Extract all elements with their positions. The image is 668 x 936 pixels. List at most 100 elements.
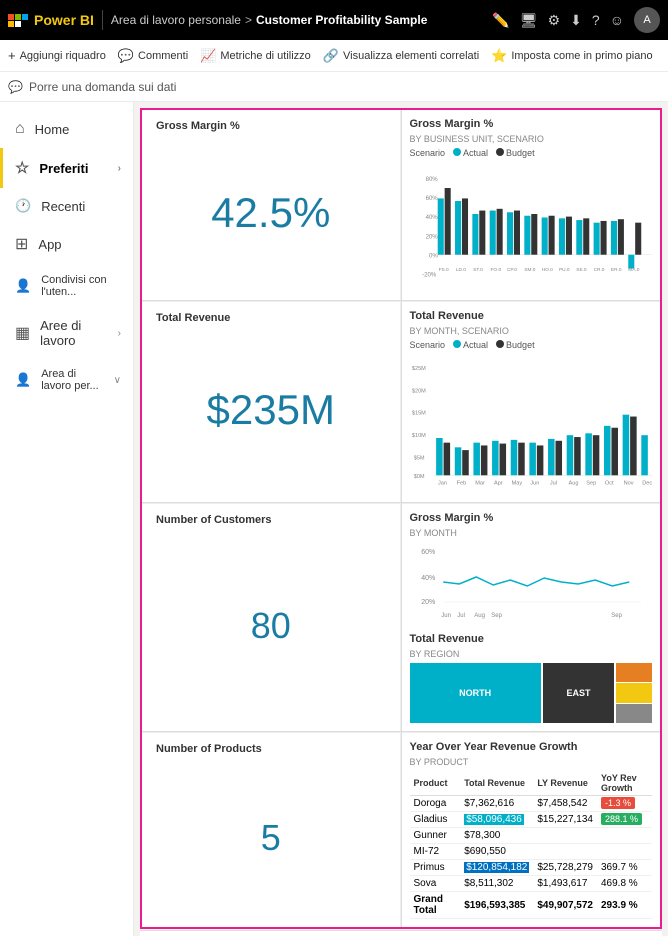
svg-text:Jun: Jun — [530, 481, 539, 487]
table-row: Gladius $58,096,436 $15,227,134 288.1 % — [410, 812, 653, 828]
sidebar-item-favorites[interactable]: ☆ Preferiti › — [0, 148, 133, 188]
svg-text:20%: 20% — [425, 234, 438, 240]
sidebar-home-label: Home — [35, 122, 70, 137]
svg-text:CP.0: CP.0 — [507, 267, 517, 273]
view-related-button[interactable]: 🔗 Visualizza elementi correlati — [323, 48, 479, 64]
total-revenue-region-chart: Total Revenue BY REGION NORTH EAST — [410, 633, 653, 723]
svg-text:Jul: Jul — [549, 481, 556, 487]
svg-text:60%: 60% — [425, 196, 438, 202]
svg-text:$5M: $5M — [413, 455, 424, 461]
svg-text:ST.0: ST.0 — [473, 267, 483, 273]
download-icon[interactable]: ⬇ — [570, 12, 582, 29]
total-revenue-title: Total Revenue — [156, 312, 386, 324]
ly-rev — [533, 844, 597, 860]
sidebar-item-myworkspace[interactable]: 👤 Area di lavoro per... ∨ — [0, 358, 133, 402]
view-related-icon: 🔗 — [323, 48, 339, 64]
gross-margin-value: 42.5% — [156, 136, 386, 290]
star-icon: ☆ — [15, 158, 29, 178]
col-yoy: YoY Rev Growth — [597, 771, 652, 796]
yoy-growth: 288.1 % — [597, 812, 652, 828]
workspace-link[interactable]: Area di lavoro personale — [111, 13, 241, 27]
edit-icon[interactable]: ✏️ — [492, 12, 509, 29]
logo-area: Power BI — [8, 12, 94, 28]
yoy-table: Product Total Revenue LY Revenue YoY Rev… — [410, 771, 653, 919]
gm-month-subtitle: BY MONTH — [410, 528, 653, 538]
ms-logo — [8, 14, 28, 27]
budget-legend-2: Budget — [496, 340, 535, 350]
set-default-icon: ⭐ — [491, 48, 507, 64]
set-default-button[interactable]: ⭐ Imposta come in primo piano — [491, 48, 652, 64]
sidebar-shared-label: Condivisi con l'uten... — [41, 274, 121, 298]
yoy-badge-green: 288.1 % — [601, 813, 642, 825]
powerbi-logo-text: Power BI — [34, 12, 94, 28]
yoy-title: Year Over Year Revenue Growth — [410, 741, 653, 753]
scenario-label-2: Scenario — [410, 340, 446, 350]
table-row-total: Grand Total $196,593,385 $49,907,572 293… — [410, 892, 653, 919]
avatar[interactable]: A — [634, 7, 660, 33]
add-tile-button[interactable]: + Aggiungi riquadro — [8, 48, 106, 63]
metrics-button[interactable]: 📈 Metriche di utilizzo — [200, 48, 311, 64]
svg-text:FO.0: FO.0 — [490, 267, 501, 273]
ly-rev: $25,728,279 — [533, 860, 597, 876]
product-name: Grand Total — [410, 892, 461, 919]
gross-margin-chart-title: Gross Margin % — [410, 118, 653, 130]
home-icon: ⌂ — [15, 120, 25, 138]
ly-rev: $7,458,542 — [533, 796, 597, 812]
sidebar-app-label: App — [38, 237, 61, 252]
report-name: Customer Profitability Sample — [256, 13, 427, 27]
region-east: EAST — [543, 663, 615, 723]
comments-button[interactable]: 💬 Commenti — [118, 48, 188, 64]
total-rev: $690,550 — [460, 844, 533, 860]
settings-icon[interactable]: ⚙ — [548, 12, 561, 29]
total-rev: $8,511,302 — [460, 876, 533, 892]
feedback-icon[interactable]: ☺ — [610, 12, 624, 28]
myworkspace-icon: 👤 — [15, 372, 31, 388]
svg-text:HO.0: HO.0 — [541, 267, 552, 273]
svg-text:MA.0: MA.0 — [628, 267, 639, 273]
metrics-label: Metriche di utilizzo — [220, 50, 310, 62]
svg-text:$0M: $0M — [413, 474, 424, 480]
yoy-subtitle: BY PRODUCT — [410, 757, 653, 767]
metrics-icon: 📈 — [200, 48, 216, 64]
ly-rev: $1,493,617 — [533, 876, 597, 892]
kpi-num-customers: Number of Customers 80 — [142, 503, 401, 731]
sidebar-item-app[interactable]: ⊞ App — [0, 224, 133, 264]
total-revenue-chart-subtitle: BY MONTH, SCENARIO — [410, 326, 653, 336]
chevron-down-icon: ∨ — [114, 375, 121, 386]
kpi-gross-margin: Gross Margin % 42.5% — [142, 110, 401, 300]
total-rev: $58,096,436 — [460, 812, 533, 828]
total-rev: $120,854,182 — [460, 860, 533, 876]
svg-text:-20%: -20% — [422, 272, 437, 278]
sidebar-item-recenti[interactable]: 🕐 Recenti — [0, 188, 133, 224]
table-row: MI-72 $690,550 — [410, 844, 653, 860]
svg-text:FS.0: FS.0 — [438, 267, 448, 273]
rev-region-subtitle: BY REGION — [410, 649, 653, 659]
svg-text:Sep: Sep — [491, 613, 502, 619]
product-name: Sova — [410, 876, 461, 892]
sidebar-favorites-label: Preferiti — [39, 161, 88, 176]
sidebar-item-shared[interactable]: 👤 Condivisi con l'uten... — [0, 264, 133, 308]
svg-text:Jun: Jun — [441, 613, 451, 619]
gross-margin-chart-subtitle: BY BUSINESS UNIT, SCENARIO — [410, 134, 653, 144]
revenue-variance-section: Revenue % Variance to Budget BY MONTH 10… — [140, 930, 662, 936]
svg-text:Nov: Nov — [623, 481, 633, 487]
svg-text:20%: 20% — [421, 599, 435, 606]
total-revenue-chart-title: Total Revenue — [410, 310, 653, 322]
svg-text:60%: 60% — [421, 549, 435, 556]
table-row: Primus $120,854,182 $25,728,279 369.7 % — [410, 860, 653, 876]
svg-text:$25M: $25M — [411, 366, 425, 372]
ask-prompt[interactable]: Porre una domanda sui dati — [29, 80, 176, 94]
view-icon[interactable]: 🖥 — [520, 12, 538, 29]
sidebar-myworkspace-label: Area di lavoro per... — [41, 368, 103, 392]
total-rev: $7,362,616 — [460, 796, 533, 812]
col-ly-rev: LY Revenue — [533, 771, 597, 796]
help-icon[interactable]: ? — [592, 12, 600, 28]
add-tile-icon: + — [8, 48, 16, 63]
yoy-growth: 369.7 % — [597, 860, 652, 876]
kpi-num-products: Number of Products 5 — [142, 732, 401, 927]
product-name: MI-72 — [410, 844, 461, 860]
sidebar-item-workspaces[interactable]: ▦ Aree di lavoro › — [0, 308, 133, 358]
product-name: Gladius — [410, 812, 461, 828]
sidebar-item-home[interactable]: ⌂ Home — [0, 110, 133, 148]
kpi-total-revenue: Total Revenue $235M — [142, 301, 401, 502]
